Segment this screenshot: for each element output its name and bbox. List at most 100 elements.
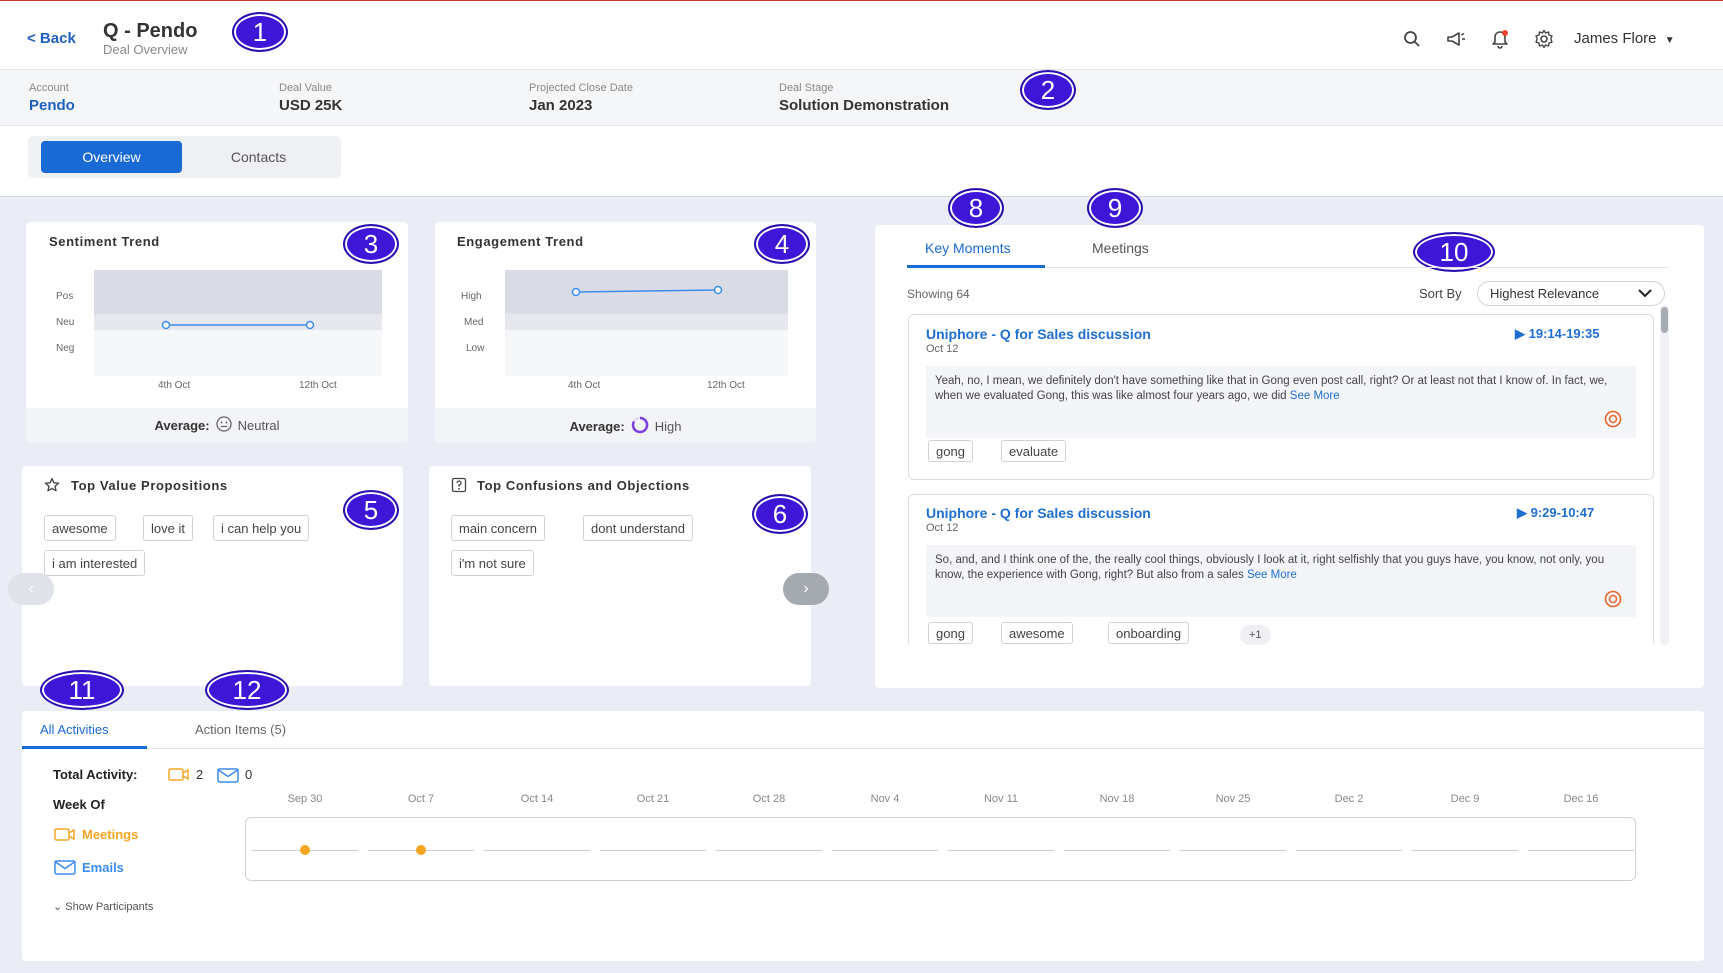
- week-segment: [1296, 850, 1402, 851]
- engagement-ring-icon: [631, 416, 649, 437]
- engagement-average: Average: High: [435, 416, 816, 437]
- meeting-dot[interactable]: [300, 845, 310, 855]
- deal-stage-label: Deal Stage: [779, 82, 834, 94]
- show-participants-label: Show Participants: [65, 901, 154, 913]
- emails-count: 0: [245, 767, 253, 782]
- moment-tag[interactable]: gong: [928, 622, 973, 644]
- neutral-face-icon: [215, 416, 232, 435]
- total-activity-label: Total Activity:: [53, 767, 138, 782]
- emails-row-label[interactable]: Emails: [82, 860, 124, 875]
- moment-tag[interactable]: onboarding: [1108, 622, 1190, 644]
- tab-all-activities[interactable]: All Activities: [40, 722, 109, 737]
- annotation-badge-1: 1: [232, 12, 288, 52]
- week-label: Oct 7: [407, 793, 435, 805]
- sort-select[interactable]: Highest Relevance: [1477, 281, 1665, 306]
- moment-play-time[interactable]: ▶ 9:29-10:47: [1517, 505, 1594, 521]
- tab-overview[interactable]: Overview: [41, 141, 182, 173]
- tab-key-moments[interactable]: Key Moments: [925, 240, 1011, 256]
- engagement-point: [571, 287, 581, 297]
- annotation-badge-3: 3: [343, 224, 399, 264]
- chevron-left-icon: ‹: [28, 580, 34, 597]
- annotation-badge-8: 8: [948, 188, 1004, 228]
- meetings-row-label[interactable]: Meetings: [82, 827, 138, 842]
- star-icon: [44, 477, 60, 498]
- moments-scrollbar[interactable]: [1660, 305, 1669, 645]
- page-title: Q - Pendo: [103, 20, 198, 42]
- question-box-icon: [451, 477, 467, 498]
- value-prop-tag[interactable]: i can help you: [213, 515, 310, 541]
- annotation-badge-12: 12: [205, 670, 289, 710]
- carousel-next-button[interactable]: ›: [783, 573, 829, 605]
- sentiment-y-label: Neu: [56, 317, 75, 328]
- bell-icon[interactable]: [1489, 28, 1511, 50]
- moment-tag[interactable]: awesome: [1001, 622, 1073, 644]
- deal-value: USD 25K: [279, 97, 343, 114]
- search-icon[interactable]: [1401, 28, 1423, 50]
- sentiment-chart: [94, 270, 382, 376]
- week-label: Nov 11: [983, 793, 1019, 805]
- play-icon: ▶: [1515, 326, 1525, 341]
- showing-count: Showing 64: [907, 287, 970, 301]
- moment-time: 9:29-10:47: [1530, 505, 1595, 520]
- back-link[interactable]: < Back: [27, 30, 76, 47]
- sentiment-trend-title: Sentiment Trend: [49, 234, 160, 249]
- value-prop-tag[interactable]: love it: [143, 515, 193, 541]
- account-label: Account: [29, 82, 69, 94]
- sentiment-x-label: 4th Oct: [158, 380, 191, 391]
- moment-tag[interactable]: evaluate: [1001, 440, 1067, 462]
- tab-contacts[interactable]: Contacts: [186, 141, 331, 173]
- week-label: Nov 18: [1099, 793, 1135, 805]
- user-menu[interactable]: James Flore ▼: [1574, 30, 1675, 47]
- moment-play-time[interactable]: ▶ 19:14-19:35: [1515, 326, 1599, 342]
- sentiment-point: [161, 320, 171, 330]
- engagement-y-label: Low: [466, 343, 485, 354]
- week-segment: [1412, 850, 1518, 851]
- annotation-badge-10: 10: [1413, 232, 1495, 272]
- confusion-tag[interactable]: main concern: [451, 515, 546, 541]
- account-link[interactable]: Pendo: [29, 97, 75, 114]
- video-icon: [168, 766, 190, 787]
- gear-icon[interactable]: [1533, 28, 1555, 50]
- user-name: James Flore: [1574, 30, 1657, 47]
- video-icon: [54, 826, 76, 847]
- moment-date: Oct 12: [926, 343, 959, 355]
- more-tags-chip[interactable]: +1: [1240, 625, 1271, 645]
- quote-text: Yeah, no, I mean, we definitely don't ha…: [935, 375, 1608, 402]
- week-segment: [1064, 850, 1170, 851]
- moment-title[interactable]: Uniphore - Q for Sales discussion: [926, 505, 1151, 521]
- meeting-dot[interactable]: [416, 845, 426, 855]
- value-prop-tag[interactable]: i am interested: [44, 550, 146, 576]
- moment-title[interactable]: Uniphore - Q for Sales discussion: [926, 326, 1151, 342]
- value-prop-tag[interactable]: awesome: [44, 515, 116, 541]
- engagement-chart: [505, 270, 788, 376]
- close-date-label: Projected Close Date: [529, 82, 633, 94]
- play-icon: ▶: [1517, 505, 1527, 520]
- megaphone-icon[interactable]: [1445, 28, 1467, 50]
- week-label: Oct 21: [636, 793, 670, 805]
- confusion-tag[interactable]: i'm not sure: [451, 550, 534, 576]
- moments-scroll-thumb[interactable]: [1661, 307, 1668, 333]
- sentiment-x-label: 12th Oct: [299, 380, 337, 391]
- annotation-badge-9: 9: [1087, 188, 1143, 228]
- sort-value: Highest Relevance: [1490, 286, 1600, 301]
- see-more-link[interactable]: See More: [1247, 569, 1297, 581]
- activity-tab-divider: [22, 748, 1704, 749]
- mail-icon: [54, 860, 76, 880]
- week-label: Nov 4: [870, 793, 900, 805]
- tab-meetings[interactable]: Meetings: [1092, 240, 1149, 256]
- week-label: Dec 2: [1334, 793, 1364, 805]
- chevron-right-icon: ›: [803, 580, 809, 597]
- sentiment-avg-value: Neutral: [237, 418, 280, 433]
- carousel-prev-button[interactable]: ‹: [8, 573, 54, 605]
- week-label: Dec 9: [1450, 793, 1480, 805]
- moment-tag[interactable]: gong: [928, 440, 973, 462]
- active-tab-indicator: [22, 746, 147, 749]
- show-participants-toggle[interactable]: ⌄ Show Participants: [53, 900, 153, 913]
- chevron-down-icon: ⌄: [53, 901, 63, 913]
- see-more-link[interactable]: See More: [1290, 390, 1340, 402]
- tab-action-items[interactable]: Action Items (5): [195, 722, 286, 737]
- sentiment-average: Average: Neutral: [26, 416, 408, 435]
- week-segment: [1180, 850, 1286, 851]
- moment-time: 19:14-19:35: [1528, 326, 1600, 341]
- confusion-tag[interactable]: dont understand: [583, 515, 693, 541]
